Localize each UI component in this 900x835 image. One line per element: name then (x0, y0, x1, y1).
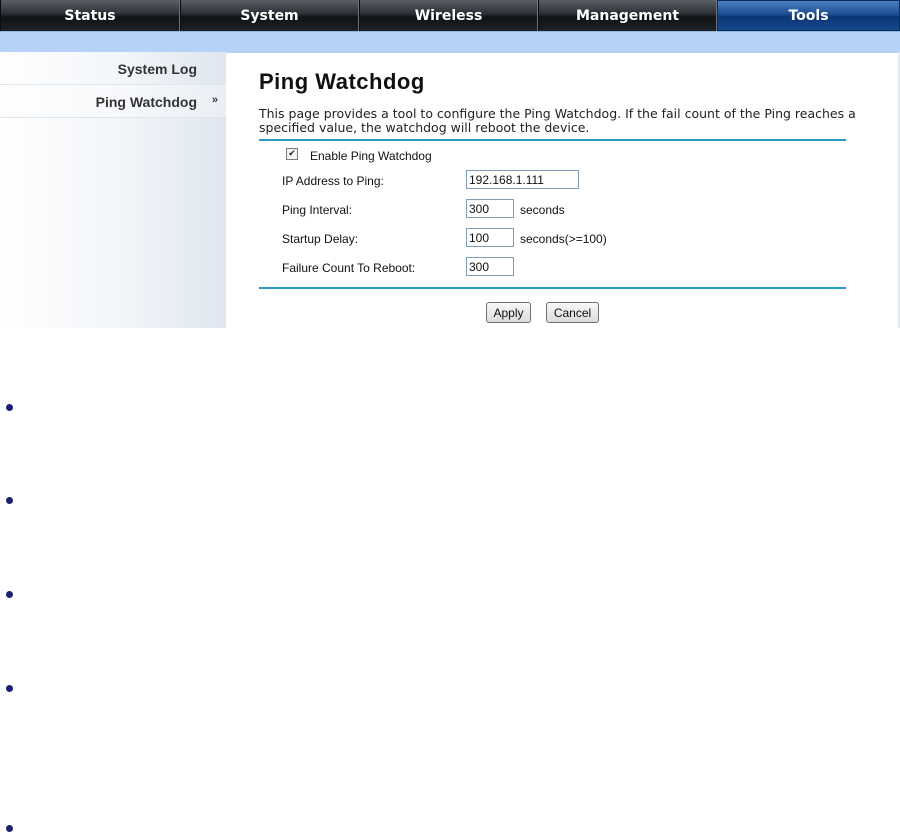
sidebar-item-label: System Log (117, 61, 197, 77)
bullet-icon (6, 497, 13, 504)
ip-address-label: IP Address to Ping: (282, 174, 384, 188)
enable-ping-watchdog-label: Enable Ping Watchdog (310, 149, 432, 163)
bullet-icon (6, 685, 13, 692)
section-divider (259, 139, 846, 141)
double-chevron-right-icon: » (211, 94, 218, 106)
tab-tools[interactable]: Tools (717, 0, 900, 31)
failure-count-label: Failure Count To Reboot: (282, 261, 416, 275)
sidebar-item-system-log[interactable]: System Log (0, 52, 226, 85)
section-divider (259, 287, 846, 289)
sidebar-item-label: Ping Watchdog (95, 94, 197, 110)
startup-delay-unit: seconds(>=100) (520, 232, 607, 246)
tab-wireless[interactable]: Wireless (359, 0, 538, 31)
top-nav: Status System Wireless Management Tools (0, 0, 900, 31)
tab-status[interactable]: Status (0, 0, 180, 31)
page-title: Ping Watchdog (259, 69, 425, 94)
startup-delay-input[interactable]: 100 (466, 228, 514, 247)
ip-address-input[interactable]: 192.168.1.111 (466, 170, 579, 189)
tab-system[interactable]: System (180, 0, 359, 31)
startup-delay-label: Startup Delay: (282, 232, 359, 246)
enable-ping-watchdog-checkbox[interactable]: ✔ (286, 148, 298, 160)
ping-interval-unit: seconds (520, 203, 565, 217)
description-line: This page provides a tool to configure t… (259, 106, 856, 121)
bullet-icon (6, 591, 13, 598)
cancel-button[interactable]: Cancel (546, 302, 599, 323)
ping-interval-input[interactable]: 300 (466, 199, 514, 218)
page-description: This page provides a tool to configure t… (259, 107, 859, 135)
sidebar: System Log Ping Watchdog » (0, 52, 226, 328)
sidebar-item-ping-watchdog[interactable]: Ping Watchdog » (0, 85, 226, 118)
sub-header-bar (0, 31, 900, 53)
tab-management[interactable]: Management (538, 0, 717, 31)
bullet-icon (6, 404, 13, 411)
apply-button[interactable]: Apply (486, 302, 531, 323)
failure-count-input[interactable]: 300 (466, 257, 514, 276)
description-line: specified value, the watchdog will reboo… (259, 120, 590, 135)
ping-interval-label: Ping Interval: (282, 203, 353, 217)
bullet-icon (6, 825, 13, 832)
